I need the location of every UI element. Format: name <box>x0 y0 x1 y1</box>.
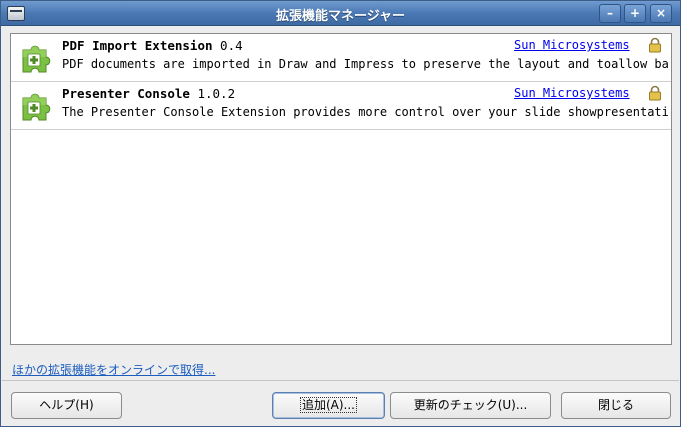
lock-icon <box>649 37 661 53</box>
extension-row[interactable]: Presenter Console 1.0.2 Sun Microsystems… <box>11 82 671 130</box>
check-updates-button[interactable]: 更新のチェック(U)... <box>390 392 551 419</box>
extension-name-line: PDF Import Extension 0.4 <box>62 38 243 53</box>
extension-description: The Presenter Console Extension provides… <box>62 105 668 119</box>
separator <box>2 380 679 381</box>
extension-name-line: Presenter Console 1.0.2 <box>62 86 235 101</box>
extension-name: Presenter Console <box>62 86 190 101</box>
close-window-button[interactable]: × <box>650 4 672 23</box>
get-more-extensions-link[interactable]: ほかの拡張機能をオンラインで取得... <box>12 361 215 378</box>
minimize-button[interactable]: – <box>599 4 621 23</box>
extension-manager-window: 拡張機能マネージャー – + × PDF Import Extension 0.… <box>0 0 681 427</box>
add-button[interactable]: 追加(A)... <box>272 392 385 419</box>
maximize-button[interactable]: + <box>624 4 646 23</box>
extension-name: PDF Import Extension <box>62 38 213 53</box>
puzzle-piece-icon <box>22 93 51 121</box>
publisher-link[interactable]: Sun Microsystems <box>514 38 630 52</box>
publisher-link[interactable]: Sun Microsystems <box>514 86 630 100</box>
add-button-label: 追加(A)... <box>299 397 358 413</box>
help-button[interactable]: ヘルプ(H) <box>11 392 122 419</box>
extension-row[interactable]: PDF Import Extension 0.4 Sun Microsystem… <box>11 34 671 82</box>
lock-icon <box>649 85 661 101</box>
title-bar[interactable]: 拡張機能マネージャー – + × <box>1 1 680 26</box>
extension-version: 0.4 <box>220 38 243 53</box>
window-title: 拡張機能マネージャー <box>275 9 406 24</box>
puzzle-piece-icon <box>22 45 51 73</box>
extension-description: PDF documents are imported in Draw and I… <box>62 57 668 71</box>
extension-version: 1.0.2 <box>197 86 236 101</box>
extension-list[interactable]: PDF Import Extension 0.4 Sun Microsystem… <box>10 33 672 345</box>
close-button[interactable]: 閉じる <box>561 392 671 419</box>
